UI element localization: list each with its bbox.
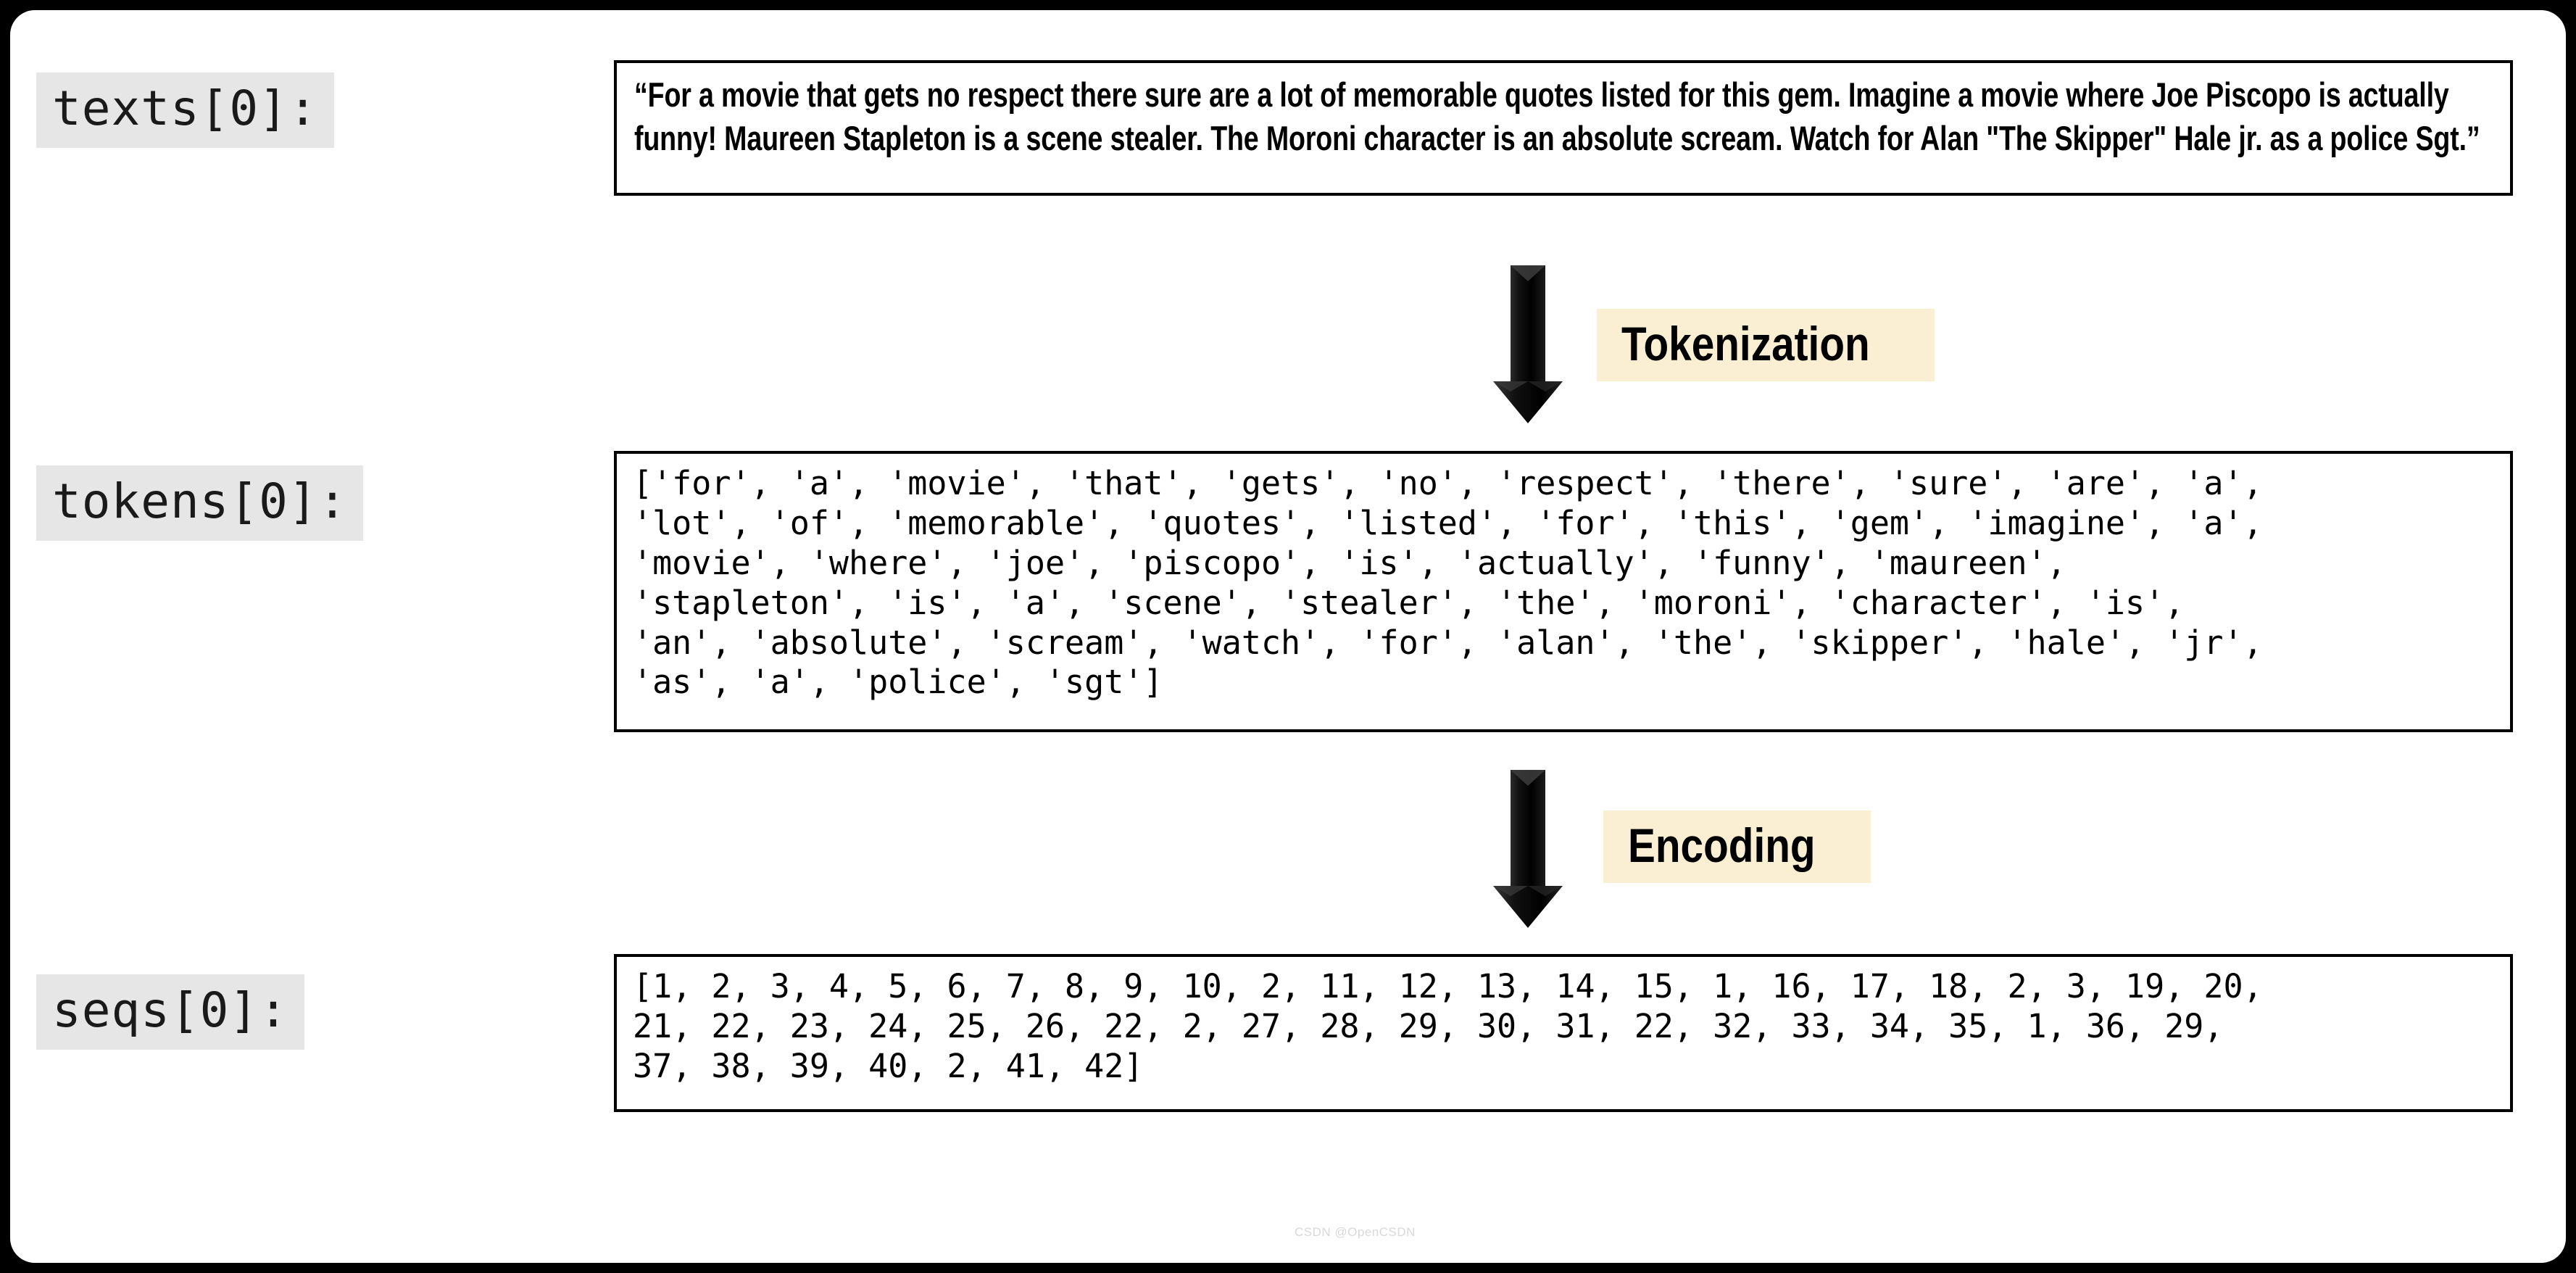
- seqs-sample-box: [1, 2, 3, 4, 5, 6, 7, 8, 9, 10, 2, 11, 1…: [614, 954, 2513, 1112]
- step-label-encoding-text: Encoding: [1628, 818, 1816, 872]
- down-block-arrow-icon-tokenization: [1487, 265, 1569, 423]
- tokens-sample-box: ['for', 'a', 'movie', 'that', 'gets', 'n…: [614, 451, 2513, 732]
- step-label-encoding: Encoding: [1603, 810, 1871, 883]
- step-label-tokenization: Tokenization: [1597, 309, 1935, 381]
- step-label-tokenization-text: Tokenization: [1621, 317, 1870, 370]
- slide-surface: texts[0]: “For a movie that gets no resp…: [10, 10, 2566, 1263]
- down-block-arrow-icon: [1493, 770, 1563, 928]
- down-block-arrow-icon: [1493, 265, 1563, 423]
- watermark: CSDN @OpenCSDN: [1295, 1225, 1416, 1239]
- variable-label-seqs: seqs[0]:: [36, 974, 304, 1050]
- variable-label-tokens: tokens[0]:: [36, 465, 364, 541]
- down-block-arrow-icon-encoding: [1487, 770, 1569, 928]
- text-sample-content: “For a movie that gets no respect there …: [634, 75, 2480, 157]
- seqs-sample-content: [1, 2, 3, 4, 5, 6, 7, 8, 9, 10, 2, 11, 1…: [633, 967, 2263, 1085]
- variable-label-texts: texts[0]:: [36, 72, 334, 148]
- tokens-sample-content: ['for', 'a', 'movie', 'that', 'gets', 'n…: [633, 464, 2263, 702]
- text-sample-box: “For a movie that gets no respect there …: [614, 60, 2513, 196]
